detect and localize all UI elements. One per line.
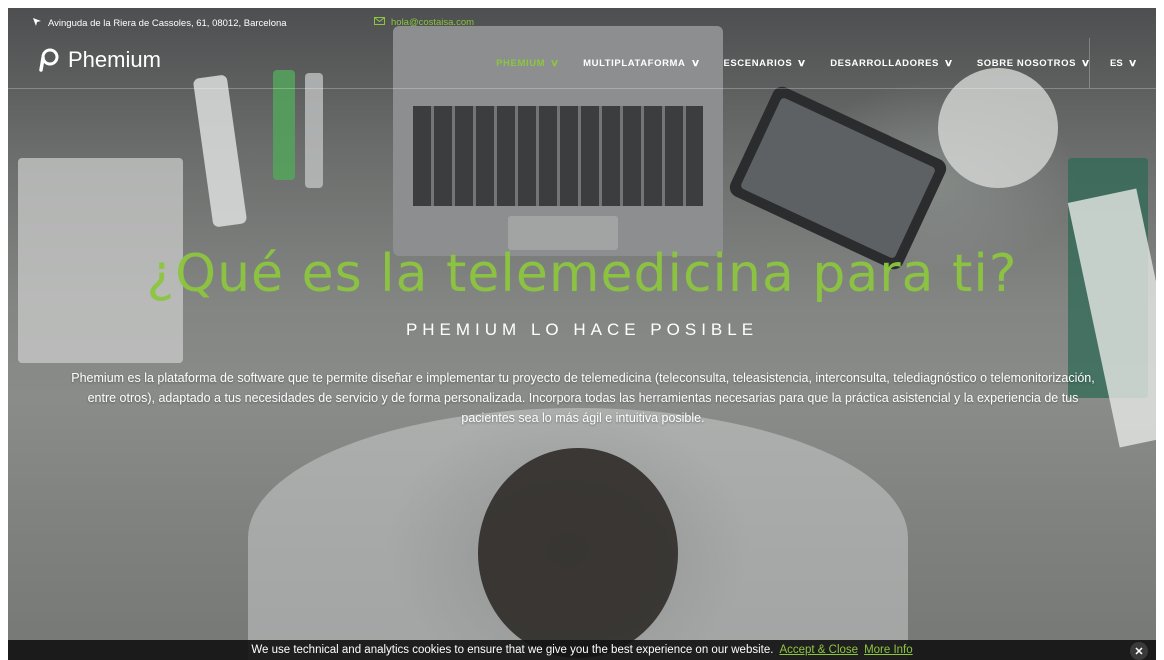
chevron-down-icon: ∨ xyxy=(797,57,808,69)
nav-item-sobre-nosotros[interactable]: SOBRE NOSOTROS ∨ xyxy=(976,57,1091,69)
pen-image xyxy=(192,74,248,228)
logo[interactable]: Phemium xyxy=(38,47,161,73)
language-selector[interactable]: ES ∨ xyxy=(1089,38,1156,88)
close-icon[interactable]: ✕ xyxy=(1130,642,1148,660)
address: Avinguda de la Riera de Cassoles, 61, 08… xyxy=(32,17,287,30)
nav-item-label: PHEMIUM xyxy=(496,57,546,69)
chevron-down-icon: ∨ xyxy=(943,57,955,69)
language-label: ES xyxy=(1109,57,1123,69)
main-navigation: Phemium PHEMIUM ∨ MULTIPLATAFORMA ∨ ESCE… xyxy=(8,38,1156,89)
nav-item-phemium[interactable]: PHEMIUM ∨ xyxy=(496,58,559,69)
nav-item-escenarios[interactable]: ESCENARIOS ∨ xyxy=(723,58,806,69)
tube-image xyxy=(305,73,323,188)
nav-item-label: MULTIPLATAFORMA xyxy=(583,57,686,69)
chevron-down-icon: ∨ xyxy=(549,57,561,69)
hero-subtitle: PHEMIUM LO HACE POSIBLE xyxy=(405,320,759,339)
hero-title: ¿Qué es la telemedicina para ti? xyxy=(146,244,1018,304)
email-text[interactable]: hola@costaisa.com xyxy=(391,17,474,28)
phemium-logo-icon xyxy=(39,48,59,72)
nav-item-multiplataforma[interactable]: MULTIPLATAFORMA ∨ xyxy=(583,57,701,69)
chevron-down-icon: ∨ xyxy=(1127,57,1138,69)
location-icon xyxy=(32,17,42,30)
more-info-link[interactable]: More Info xyxy=(864,644,913,656)
logo-text: Phemium xyxy=(68,47,161,72)
accept-close-link[interactable]: Accept & Close xyxy=(779,644,858,656)
nav-item-desarrolladores[interactable]: DESARROLLADORES ∨ xyxy=(830,58,953,69)
nav-menu: PHEMIUM ∨ MULTIPLATAFORMA ∨ ESCENARIOS ∨… xyxy=(472,38,1090,88)
nav-item-label: ESCENARIOS xyxy=(723,57,793,69)
nav-item-label: SOBRE NOSOTROS xyxy=(976,57,1077,69)
doctor-head-image xyxy=(478,448,678,658)
page: Avinguda de la Riera de Cassoles, 61, 08… xyxy=(8,8,1156,660)
mail-icon xyxy=(374,17,385,28)
top-info-bar: Avinguda de la Riera de Cassoles, 61, 08… xyxy=(8,8,1156,38)
cookie-message: We use technical and analytics cookies t… xyxy=(251,644,774,656)
nav-item-label: DESARROLLADORES xyxy=(830,57,939,69)
doctor-image xyxy=(248,408,908,660)
chevron-down-icon: ∨ xyxy=(690,57,701,69)
email-link[interactable]: hola@costaisa.com xyxy=(374,17,474,28)
hero-description: Phemium es la plataforma de software que… xyxy=(71,371,1095,425)
cookie-bar: We use technical and analytics cookies t… xyxy=(8,640,1156,660)
address-text: Avinguda de la Riera de Cassoles, 61, 08… xyxy=(48,18,287,29)
